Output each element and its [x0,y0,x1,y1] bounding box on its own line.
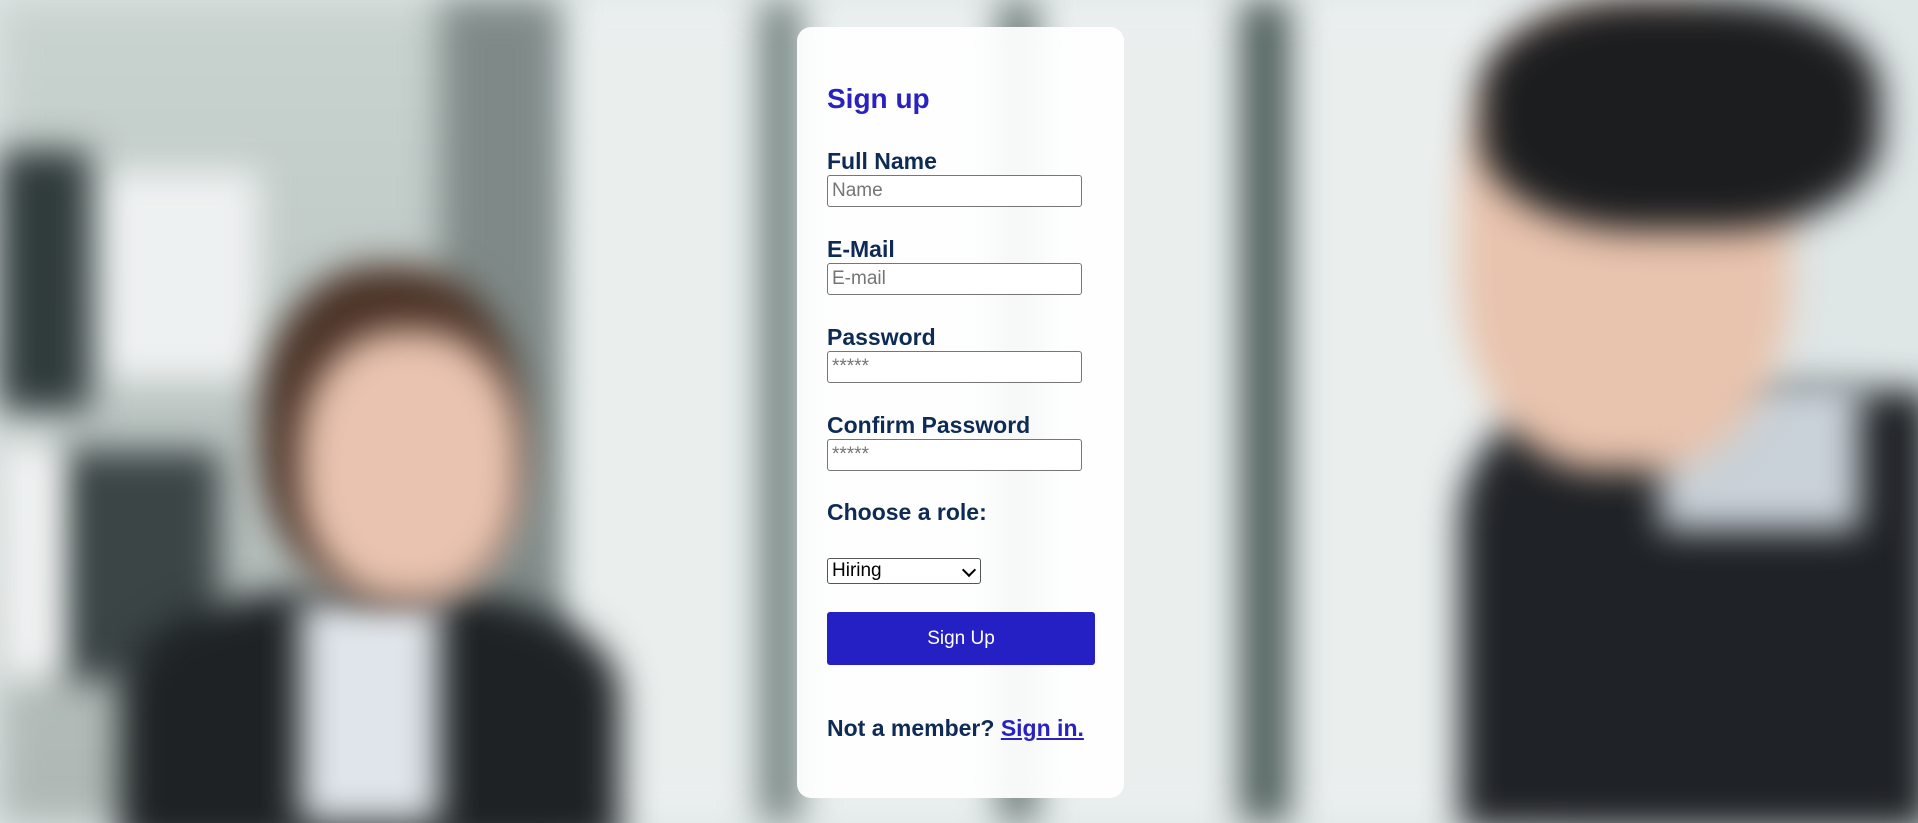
footer-prompt: Not a member? Sign in. [827,715,1084,742]
chevron-down-icon [961,562,977,578]
confirm-password-label: Confirm Password [827,412,1031,438]
password-label: Password [827,324,936,350]
role-select[interactable]: Hiring [827,558,981,584]
confirm-password-group: Confirm Password [827,412,1082,471]
email-group: E-Mail [827,236,1082,295]
full-name-label: Full Name [827,148,937,174]
sign-in-link[interactable]: Sign in. [1001,715,1084,741]
footer-text: Not a member? [827,715,995,741]
email-label: E-Mail [827,236,895,262]
password-input[interactable] [827,351,1082,383]
full-name-group: Full Name [827,148,1082,207]
sign-up-button[interactable]: Sign Up [827,612,1095,665]
confirm-password-input[interactable] [827,439,1082,471]
password-group: Password [827,324,1082,383]
role-label: Choose a role: [827,499,987,525]
signup-card: Sign up Full Name E-Mail Password Confir… [797,27,1124,798]
email-input[interactable] [827,263,1082,295]
form-title: Sign up [827,83,930,114]
role-select-value: Hiring [832,560,882,581]
full-name-input[interactable] [827,175,1082,207]
